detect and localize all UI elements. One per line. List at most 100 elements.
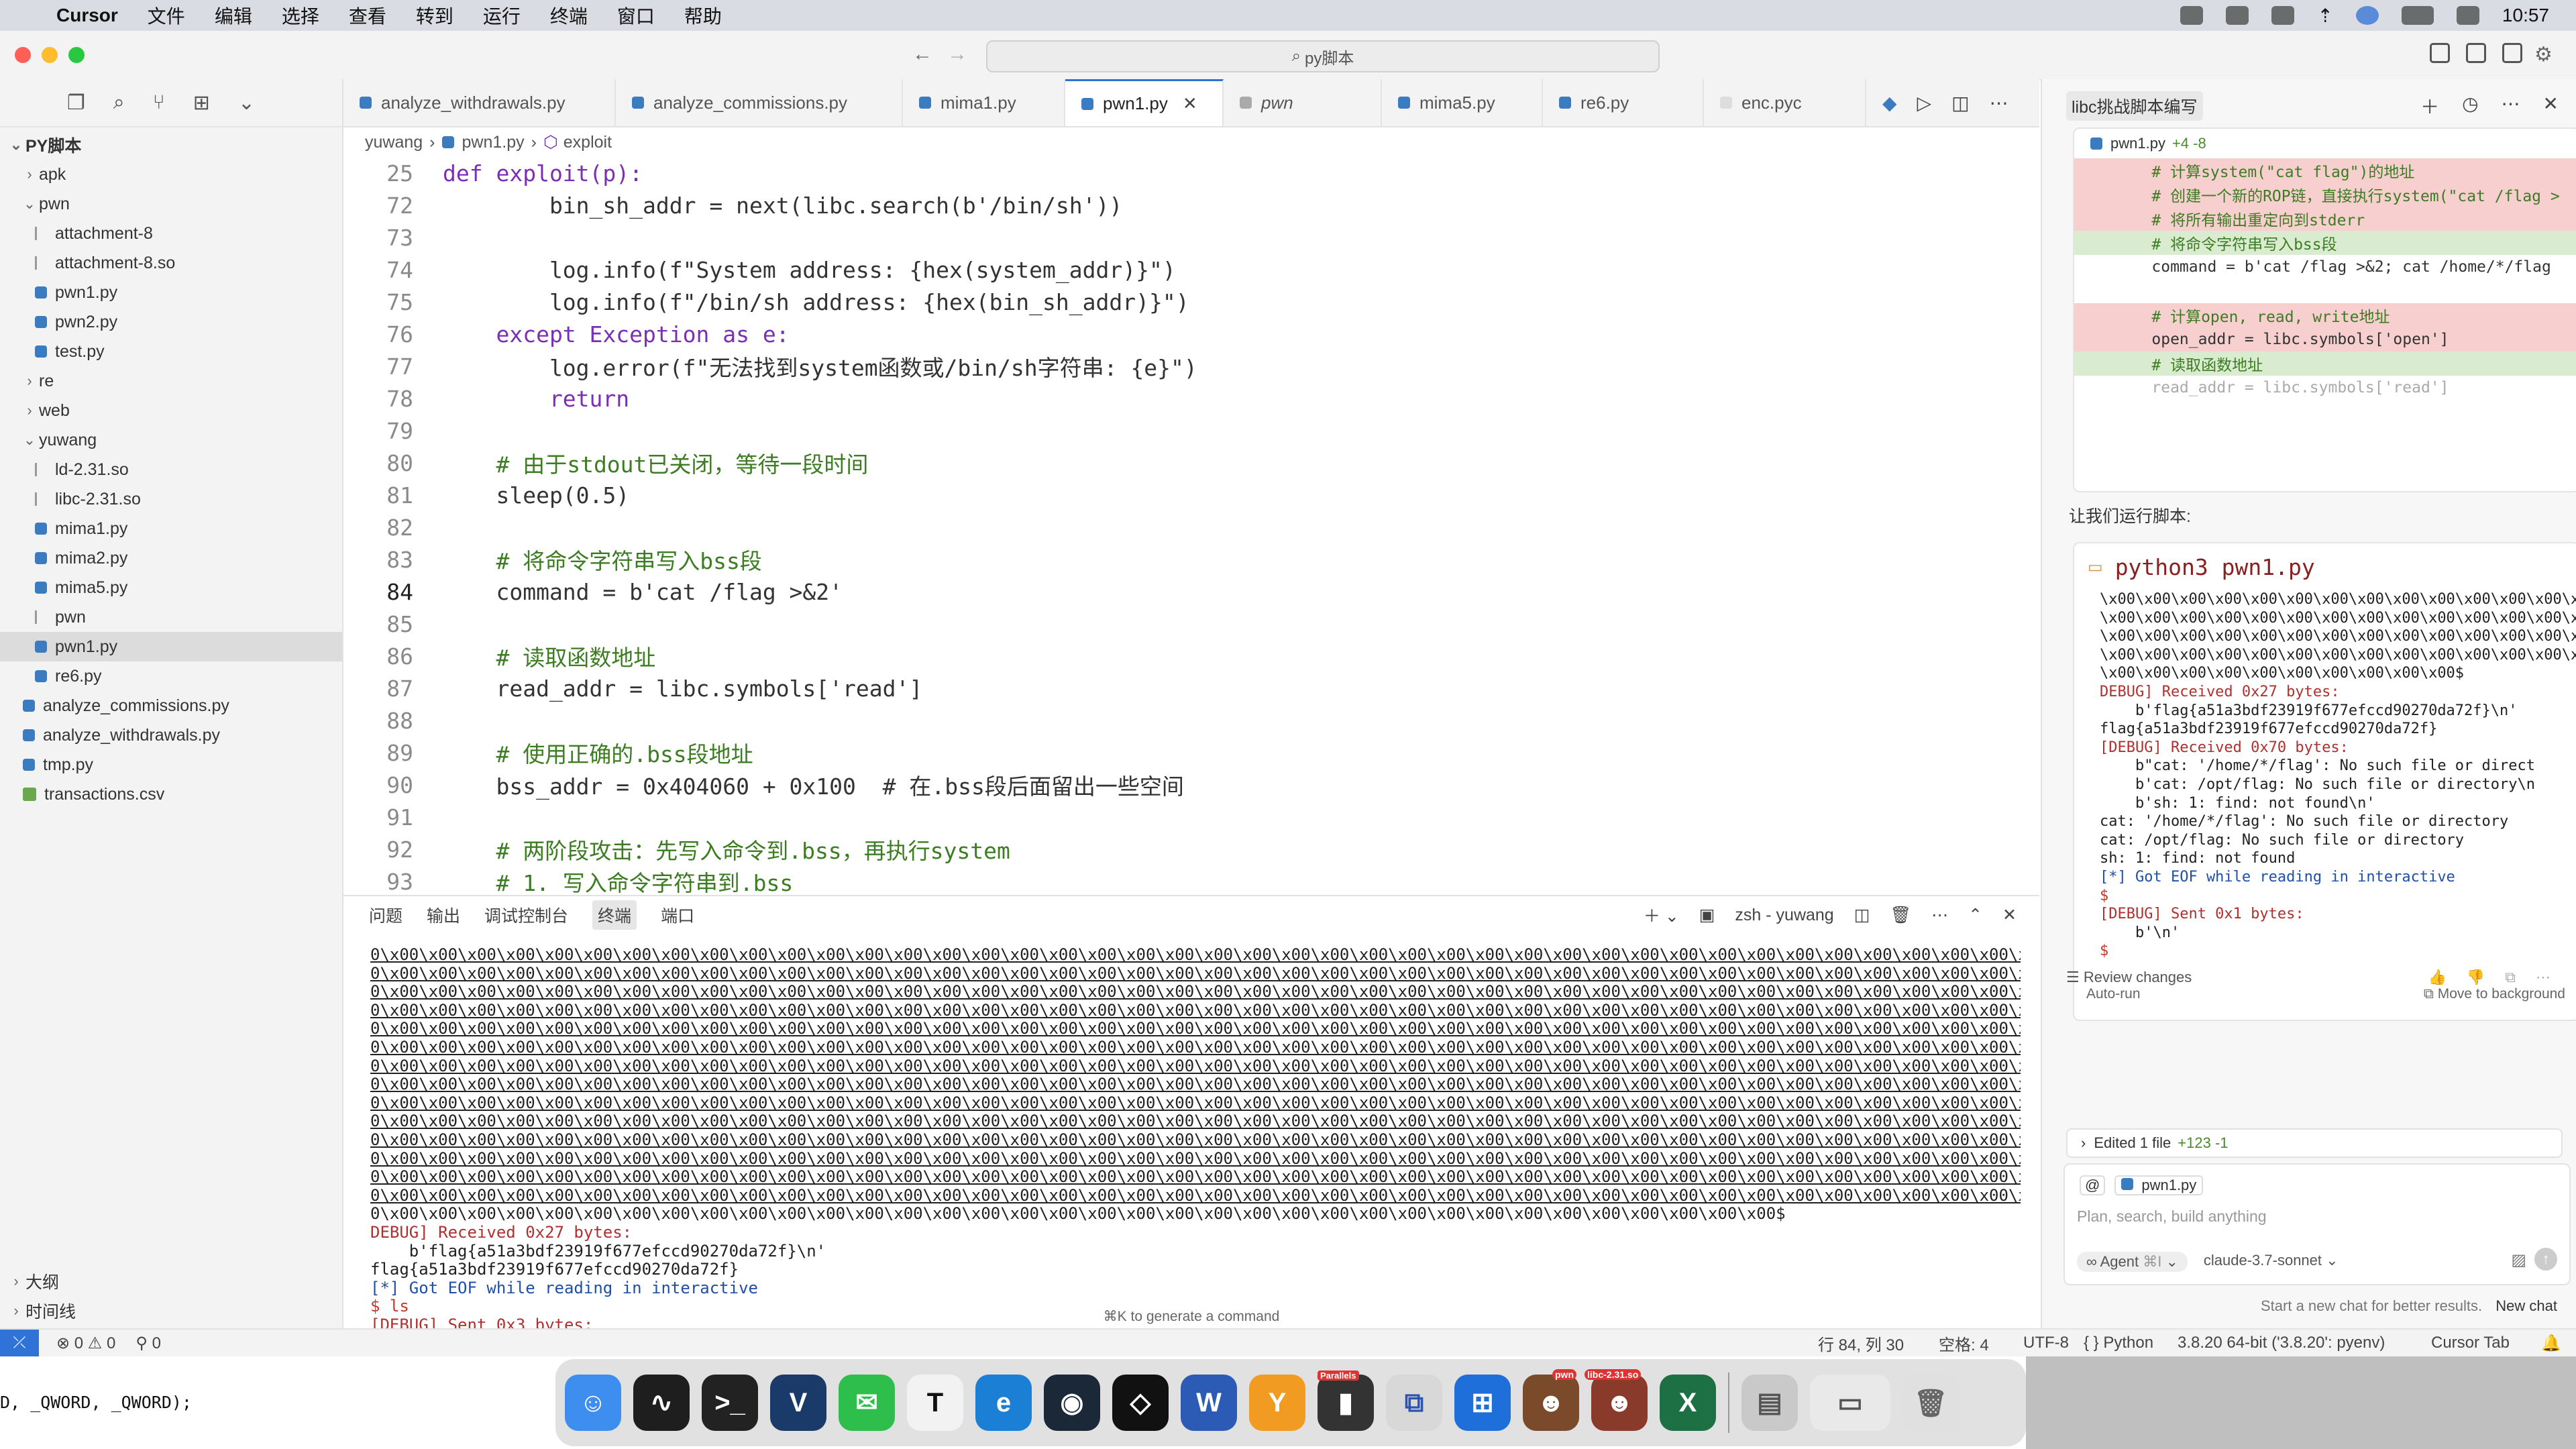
- trash-icon[interactable]: 🗑: [1902, 1375, 1959, 1431]
- remote-icon[interactable]: ⤫: [0, 1330, 39, 1356]
- finder-icon[interactable]: ☺: [565, 1375, 621, 1431]
- wechat-tray-icon[interactable]: [2226, 6, 2249, 25]
- breadcrumb-folder[interactable]: yuwang: [365, 133, 423, 152]
- tree-folder-re[interactable]: › re: [0, 366, 342, 396]
- excel-icon[interactable]: X: [1660, 1375, 1716, 1431]
- run-icon[interactable]: ▷: [1917, 92, 1932, 114]
- tree-file[interactable]: re6.py: [0, 661, 342, 691]
- maximize-panel-icon[interactable]: ⌃: [1968, 905, 1982, 925]
- indentation[interactable]: 空格: 4: [1939, 1332, 1989, 1355]
- upload-arrow-icon[interactable]: ⇡: [2317, 5, 2332, 27]
- breadcrumb-symbol[interactable]: exploit: [564, 133, 612, 152]
- tab-mima5[interactable]: mima5.py: [1382, 79, 1543, 126]
- chat-title[interactable]: libc挑战脚本编写: [2066, 91, 2203, 121]
- split-editor-icon[interactable]: ◫: [1951, 92, 1969, 114]
- forward-arrow-icon[interactable]: →: [947, 43, 967, 66]
- send-icon[interactable]: ↑: [2534, 1248, 2557, 1271]
- tree-file-selected[interactable]: pwn1.py: [0, 632, 342, 661]
- remote-desktop-icon[interactable]: ⧉: [1386, 1375, 1442, 1431]
- menu-file[interactable]: 文件: [148, 2, 185, 29]
- edge-icon[interactable]: e: [975, 1375, 1032, 1431]
- menu-run[interactable]: 运行: [483, 2, 521, 29]
- menu-go[interactable]: 转到: [416, 2, 453, 29]
- tree-file[interactable]: attachment-8.so: [0, 248, 342, 278]
- encoding[interactable]: UTF-8: [2023, 1334, 2069, 1352]
- tab-problems[interactable]: 问题: [369, 903, 402, 927]
- search-icon[interactable]: ⌕: [113, 91, 125, 114]
- toggle-sidebar-icon[interactable]: [2430, 43, 2450, 63]
- chat-input[interactable]: Plan, search, build anything: [2077, 1208, 2267, 1226]
- tree-file[interactable]: libc-2.31.so: [0, 484, 342, 514]
- menu-selection[interactable]: 选择: [282, 2, 319, 29]
- timeline-section[interactable]: › 时间线: [0, 1296, 342, 1326]
- typora-icon[interactable]: T: [907, 1375, 963, 1431]
- close-window-button[interactable]: [15, 47, 31, 63]
- vim-app-icon[interactable]: V: [770, 1375, 826, 1431]
- tab-ports[interactable]: 端口: [661, 903, 694, 927]
- cursor-position[interactable]: 行 84, 列 30: [1818, 1332, 1904, 1355]
- tab-enc[interactable]: enc.pyc: [1704, 79, 1866, 126]
- tree-file[interactable]: test.py: [0, 337, 342, 366]
- tree-file[interactable]: transactions.csv: [0, 780, 342, 809]
- tree-folder-yuwang[interactable]: ⌄ yuwang: [0, 425, 342, 455]
- tree-file[interactable]: mima2.py: [0, 543, 342, 573]
- vpn-icon[interactable]: [2355, 6, 2379, 25]
- breadcrumb-file[interactable]: pwn1.py: [462, 133, 525, 152]
- python-interpreter[interactable]: 3.8.20 64-bit ('3.8.20': pyenv): [2178, 1334, 2385, 1352]
- diff-preview[interactable]: pwn1.py +4 -8 # 计算system("cat flag")的地址 …: [2073, 127, 2576, 492]
- terminal-shell-name[interactable]: zsh - yuwang: [1735, 906, 1833, 925]
- toggle-panel-icon[interactable]: [2466, 43, 2486, 63]
- tree-file[interactable]: tmp.py: [0, 750, 342, 780]
- script-icon[interactable]: [2271, 6, 2295, 25]
- thumbs-down-icon[interactable]: 👎: [2467, 969, 2485, 986]
- python-icon[interactable]: ◆: [1882, 92, 1897, 114]
- cursor-tab-status[interactable]: Cursor Tab: [2431, 1334, 2510, 1352]
- copy-icon[interactable]: ⧉: [2505, 969, 2516, 986]
- bell-icon[interactable]: 🔔: [2541, 1334, 2561, 1353]
- screen-icon[interactable]: [2180, 6, 2204, 25]
- tab-pwn1-active[interactable]: pwn1.py ✕: [1065, 79, 1224, 126]
- extensions-icon[interactable]: ⊞: [193, 91, 210, 115]
- image-icon[interactable]: ▨: [2511, 1250, 2526, 1270]
- tree-file[interactable]: analyze_withdrawals.py: [0, 720, 342, 750]
- control-center-icon[interactable]: [2456, 6, 2479, 25]
- terminal-app-icon[interactable]: >_: [702, 1375, 758, 1431]
- ports-status[interactable]: ⚲ 0: [136, 1334, 161, 1353]
- mention-icon[interactable]: @: [2080, 1175, 2106, 1195]
- battery-icon[interactable]: [2401, 6, 2434, 25]
- menu-help[interactable]: 帮助: [684, 2, 722, 29]
- trash-icon[interactable]: 🗑: [1890, 906, 1911, 925]
- toggle-chat-icon[interactable]: [2502, 43, 2522, 63]
- tree-folder-apk[interactable]: › apk: [0, 160, 342, 189]
- activity-monitor-icon[interactable]: ∿: [633, 1375, 690, 1431]
- tree-file[interactable]: analyze_commissions.py: [0, 691, 342, 720]
- archive-utility-icon[interactable]: ▤: [1741, 1375, 1798, 1431]
- explorer-icon[interactable]: ❐: [67, 91, 85, 115]
- tab-pwn[interactable]: pwn: [1224, 79, 1382, 126]
- minimize-window-button[interactable]: [42, 47, 58, 63]
- parallels-icon[interactable]: ▮ Parallels: [1318, 1371, 1374, 1431]
- tree-file[interactable]: ld-2.31.so: [0, 455, 342, 484]
- maximize-window-button[interactable]: [68, 47, 85, 63]
- tab-debug-console[interactable]: 调试控制台: [484, 903, 568, 927]
- tree-file[interactable]: pwn1.py: [0, 278, 342, 307]
- chevron-down-icon[interactable]: ⌄: [238, 91, 255, 115]
- split-terminal-icon[interactable]: ◫: [1854, 905, 1870, 925]
- tab-re6[interactable]: re6.py: [1543, 79, 1704, 126]
- new-terminal-icon[interactable]: ＋ ⌄: [1644, 903, 1679, 927]
- word-icon[interactable]: W: [1181, 1375, 1237, 1431]
- steam-icon[interactable]: ◉: [1044, 1375, 1100, 1431]
- chat-terminal-output[interactable]: \x00\x00\x00\x00\x00\x00\x00\x00\x00\x00…: [2074, 590, 2576, 961]
- tree-root[interactable]: ⌄ PY脚本: [0, 130, 342, 160]
- menu-terminal[interactable]: 终端: [550, 2, 588, 29]
- edited-files-summary[interactable]: › Edited 1 file +123 -1: [2066, 1128, 2563, 1158]
- vectorize-icon[interactable]: Y: [1249, 1375, 1305, 1431]
- tab-output[interactable]: 输出: [427, 903, 460, 927]
- wechat-icon[interactable]: ✉: [839, 1375, 895, 1431]
- menu-view[interactable]: 查看: [349, 2, 386, 29]
- tab-terminal[interactable]: 终端: [592, 900, 637, 930]
- thumbs-up-icon[interactable]: 👍: [2428, 969, 2446, 986]
- pwn-file-thumbnail-icon[interactable]: ☻ pwn: [1523, 1369, 1579, 1431]
- close-tab-icon[interactable]: ✕: [1183, 93, 1197, 114]
- tree-file[interactable]: attachment-8: [0, 219, 342, 248]
